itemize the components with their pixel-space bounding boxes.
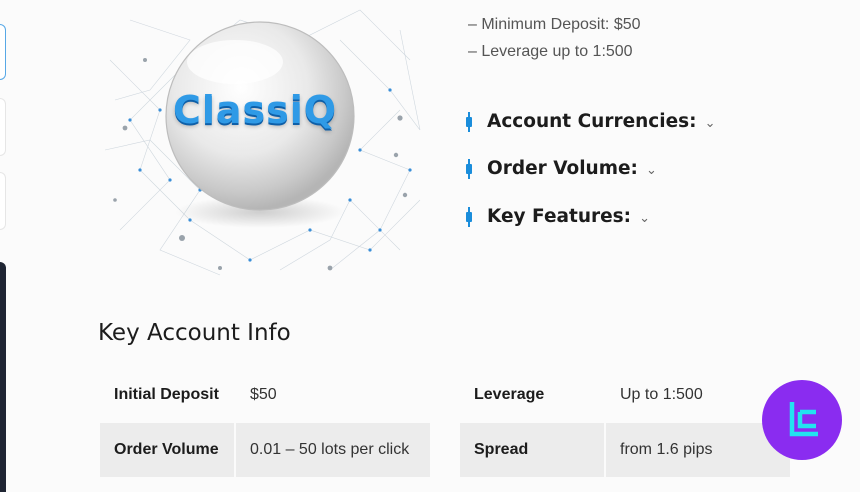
table-key-leverage: Leverage	[474, 386, 545, 403]
accordion-label: Account Currencies:	[487, 111, 697, 132]
table-key-initial-deposit: Initial Deposit	[114, 386, 219, 403]
candlestick-icon	[464, 158, 474, 179]
sidebar-tab-active[interactable]	[0, 24, 6, 80]
summary-line: – Minimum Deposit: $50	[468, 16, 641, 33]
brand-logo-icon	[789, 402, 818, 437]
sidebar-tab[interactable]	[0, 98, 6, 156]
sidebar-tab[interactable]	[0, 172, 6, 230]
account-summary: – Minimum Deposit: $50 – Leverage up to …	[468, 11, 641, 65]
table-value-initial-deposit: $50	[250, 386, 277, 403]
section-title: Key Account Info	[98, 320, 291, 346]
account-type-image: ClassiQ	[100, 0, 434, 280]
accordion-label: Key Features:	[487, 206, 632, 227]
table-key-spread: Spread	[460, 423, 604, 477]
table-value-spread: from 1.6 pips	[606, 423, 790, 477]
product-logo-text: ClassiQ	[172, 88, 338, 132]
chevron-down-icon[interactable]: ⌄	[705, 115, 716, 131]
candlestick-icon	[464, 111, 474, 132]
table-key-order-volume: Order Volume	[100, 423, 234, 477]
candlestick-icon	[464, 206, 474, 227]
accordion-key-features[interactable]: Key Features: ⌄	[464, 206, 650, 227]
brand-logo-badge[interactable]	[762, 380, 842, 460]
sidebar-dark-panel	[0, 262, 6, 492]
network-background	[104, 9, 421, 276]
summary-line: – Leverage up to 1:500	[468, 43, 633, 60]
chevron-down-icon[interactable]: ⌄	[639, 210, 650, 226]
table-value-order-volume: 0.01 – 50 lots per click	[236, 423, 430, 477]
chevron-down-icon[interactable]: ⌄	[646, 162, 657, 178]
accordion-account-currencies[interactable]: Account Currencies: ⌄	[464, 111, 715, 132]
accordion-label: Order Volume:	[487, 158, 638, 179]
accordion-order-volume[interactable]: Order Volume: ⌄	[464, 158, 657, 179]
